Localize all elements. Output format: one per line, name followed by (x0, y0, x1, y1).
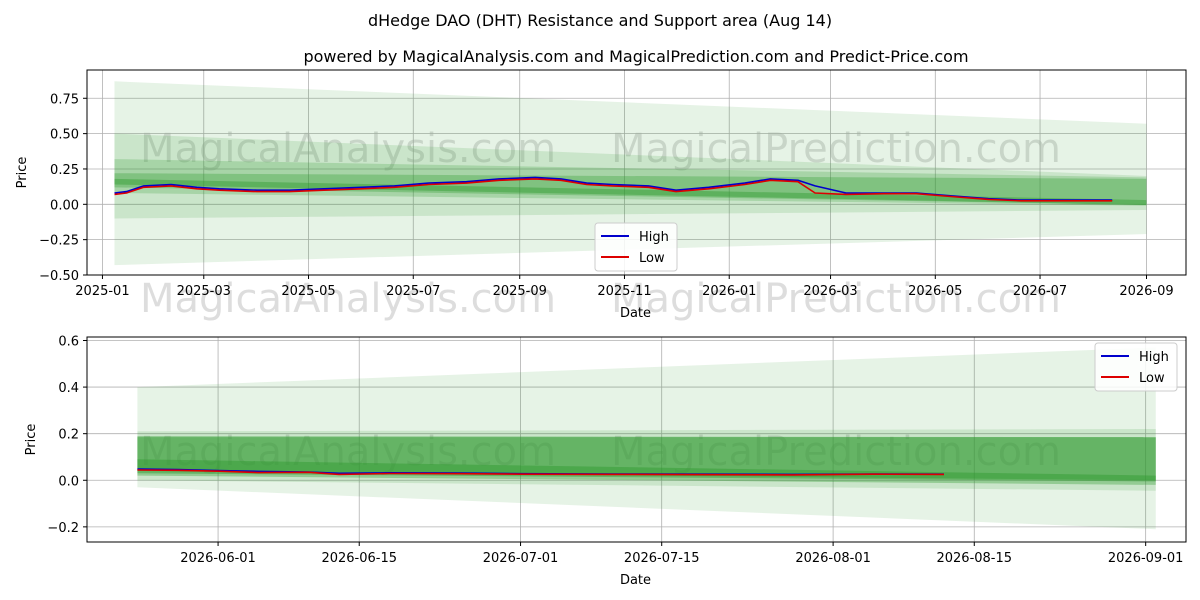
top-ytick-label: 0.25 (50, 163, 79, 178)
top-legend-low-label: Low (639, 251, 665, 266)
top-legend-high-label: High (639, 230, 669, 245)
bottom-ytick-label: 0.2 (58, 428, 79, 443)
top-xaxis-title: Date (620, 306, 651, 321)
bottom-ytick-label: −0.2 (47, 521, 79, 536)
bottom-xtick-label: 2026-06-15 (321, 551, 397, 566)
bottom-xtick-label: 2026-06-01 (180, 551, 256, 566)
top-yaxis-title: Price (15, 157, 30, 189)
top-ytick-label: −0.25 (39, 234, 79, 249)
top-xtick-label: 2025-07 (386, 284, 440, 299)
bottom-legend: High Low (1094, 342, 1178, 392)
bottom-ytick-label: 0.6 (58, 334, 79, 349)
top-xtick-label: 2025-11 (597, 284, 651, 299)
chart-subtitle: powered by MagicalAnalysis.com and Magic… (303, 47, 968, 66)
bottom-xtick-label: 2026-09-01 (1108, 551, 1184, 566)
top-xtick-label: 2025-01 (75, 284, 129, 299)
top-xtick-label: 2026-07 (1013, 284, 1067, 299)
bottom-chart-panel: 2026-06-01 2026-06-15 2026-07-01 2026-07-15… (24, 334, 1187, 588)
bottom-yaxis-title: Price (24, 424, 39, 456)
bottom-xtick-label: 2026-08-15 (936, 551, 1012, 566)
top-ytick-label: 0.75 (50, 92, 79, 107)
figure: dHedge DAO (DHT) Resistance and Support … (15, 11, 1187, 588)
top-xtick-label: 2026-05 (908, 284, 962, 299)
top-legend: High Low (594, 222, 678, 272)
top-xtick-label: 2026-09 (1119, 284, 1173, 299)
bottom-ytick-label: 0.4 (58, 381, 79, 396)
top-xtick-label: 2025-05 (281, 284, 335, 299)
chart-title: dHedge DAO (DHT) Resistance and Support … (368, 11, 832, 30)
top-xtick-label: 2026-03 (803, 284, 857, 299)
top-ytick-label: 0.50 (50, 128, 79, 143)
bottom-support-resistance-bands (137, 347, 1156, 530)
top-ytick-label: 0.00 (50, 198, 79, 213)
top-xtick-label: 2025-09 (493, 284, 547, 299)
watermark-analysis-mid: MagicalAnalysis.com (140, 276, 556, 322)
bottom-xtick-label: 2026-08-01 (795, 551, 871, 566)
bottom-xaxis-title: Date (620, 573, 651, 588)
bottom-xtick-label: 2026-07-01 (483, 551, 559, 566)
bottom-xtick-label: 2026-07-15 (624, 551, 700, 566)
top-ytick-label: −0.50 (39, 269, 79, 284)
bottom-legend-low-label: Low (1139, 371, 1165, 386)
watermark-prediction-mid: MagicalPrediction.com (611, 276, 1061, 322)
bottom-ytick-label: 0.0 (58, 474, 79, 489)
top-xtick-label: 2026-01 (702, 284, 756, 299)
top-xtick-label: 2025-03 (177, 284, 231, 299)
bottom-legend-high-label: High (1139, 350, 1169, 365)
